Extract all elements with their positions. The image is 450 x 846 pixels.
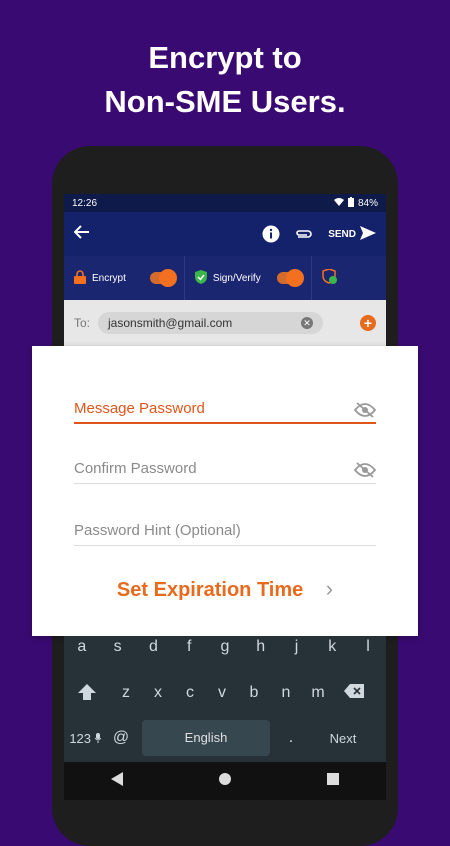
security-toggles: Encrypt Sign/Verify [64,256,386,300]
confirm-password-field[interactable]: Confirm Password [74,424,377,484]
space-bar-label: English [184,730,228,745]
expiration-shield-toggle[interactable] [312,256,348,300]
shift-key-icon[interactable] [64,684,110,705]
encrypt-switch[interactable] [149,269,177,287]
chevron-right-icon: › [325,576,334,601]
sign-verify-label: Sign/Verify [212,272,261,284]
nav-back-icon[interactable] [111,771,124,791]
key[interactable]: j [285,638,307,656]
key[interactable]: m [302,684,334,705]
key[interactable]: v [206,684,238,705]
wifi-icon [333,197,344,209]
shield-check-icon [194,269,207,287]
key[interactable]: c [174,684,206,705]
key[interactable]: h [250,638,272,656]
key[interactable]: z [110,684,142,705]
key[interactable]: f [178,638,200,656]
mic-icon [94,731,102,746]
to-label: To: [74,316,91,330]
password-dialog: Message Password Confirm Password Passwo… [32,346,418,636]
send-label: SEND [328,228,356,240]
confirm-password-label: Confirm Password [74,460,197,477]
recipient-chip[interactable]: jasonsmith@gmail.com ✕ [98,312,324,334]
status-time: 12:26 [72,197,98,209]
send-icon [360,225,376,243]
eye-off-icon[interactable] [353,462,377,483]
numbers-key-label: 123 [69,730,92,746]
numbers-key[interactable]: 123 [64,731,106,746]
next-key[interactable]: Next [306,731,380,746]
message-password-label: Message Password [74,400,205,417]
at-key[interactable]: @ [106,729,136,747]
sign-verify-toggle[interactable]: Sign/Verify [185,256,312,300]
lock-icon [74,269,86,287]
app-bar: SEND [64,212,386,256]
key[interactable]: b [238,684,270,705]
attachment-icon[interactable] [294,228,312,240]
send-button[interactable]: SEND [328,225,376,243]
key[interactable]: d [142,638,164,656]
recipient-email: jasonsmith@gmail.com [108,316,233,330]
headline-line2: Non-SME Users. [104,84,346,119]
eye-off-icon[interactable] [353,402,377,423]
recipient-row: To: jasonsmith@gmail.com ✕ + [64,300,386,346]
key[interactable]: g [214,638,236,656]
info-icon[interactable] [262,225,280,243]
encrypt-toggle[interactable]: Encrypt [64,256,185,300]
key[interactable]: x [142,684,174,705]
keyboard-row-2: z x c v b n m [64,684,386,705]
space-bar[interactable]: English [142,720,270,756]
soft-keyboard: a s d f g h j k l z x c v b n m 123 @ En [64,636,386,762]
nav-recents-icon[interactable] [326,772,339,790]
period-key[interactable]: . [276,729,306,747]
encrypt-label: Encrypt [92,272,126,284]
key[interactable]: n [270,684,302,705]
sign-verify-switch[interactable] [276,269,304,287]
status-bar: 12:26 84% [64,194,386,212]
password-hint-field[interactable]: Password Hint (Optional) [74,486,376,546]
android-nav-bar [64,762,386,800]
add-recipient-button[interactable]: + [360,315,376,331]
password-hint-label: Password Hint (Optional) [74,522,241,539]
shield-clock-icon [321,267,338,288]
set-expiration-button[interactable]: Set Expiration Time › [32,576,418,602]
remove-recipient-icon[interactable]: ✕ [301,317,314,329]
nav-home-icon[interactable] [218,772,232,791]
back-arrow-icon[interactable] [73,224,90,244]
headline-line1: Encrypt to [148,40,302,75]
promo-headline: Encrypt to Non-SME Users. [0,36,450,124]
keyboard-row-1: a s d f g h j k l [64,638,386,656]
key[interactable]: s [107,638,129,656]
backspace-key-icon[interactable] [334,684,374,705]
key[interactable]: k [321,638,343,656]
message-password-field[interactable]: Message Password [74,364,377,424]
set-expiration-label: Set Expiration Time [116,579,304,601]
battery-level: 84% [357,197,378,209]
keyboard-bottom-row: 123 @ English . Next [64,718,386,758]
key[interactable]: a [71,638,93,656]
battery-icon [347,196,354,210]
key[interactable]: l [357,638,379,656]
